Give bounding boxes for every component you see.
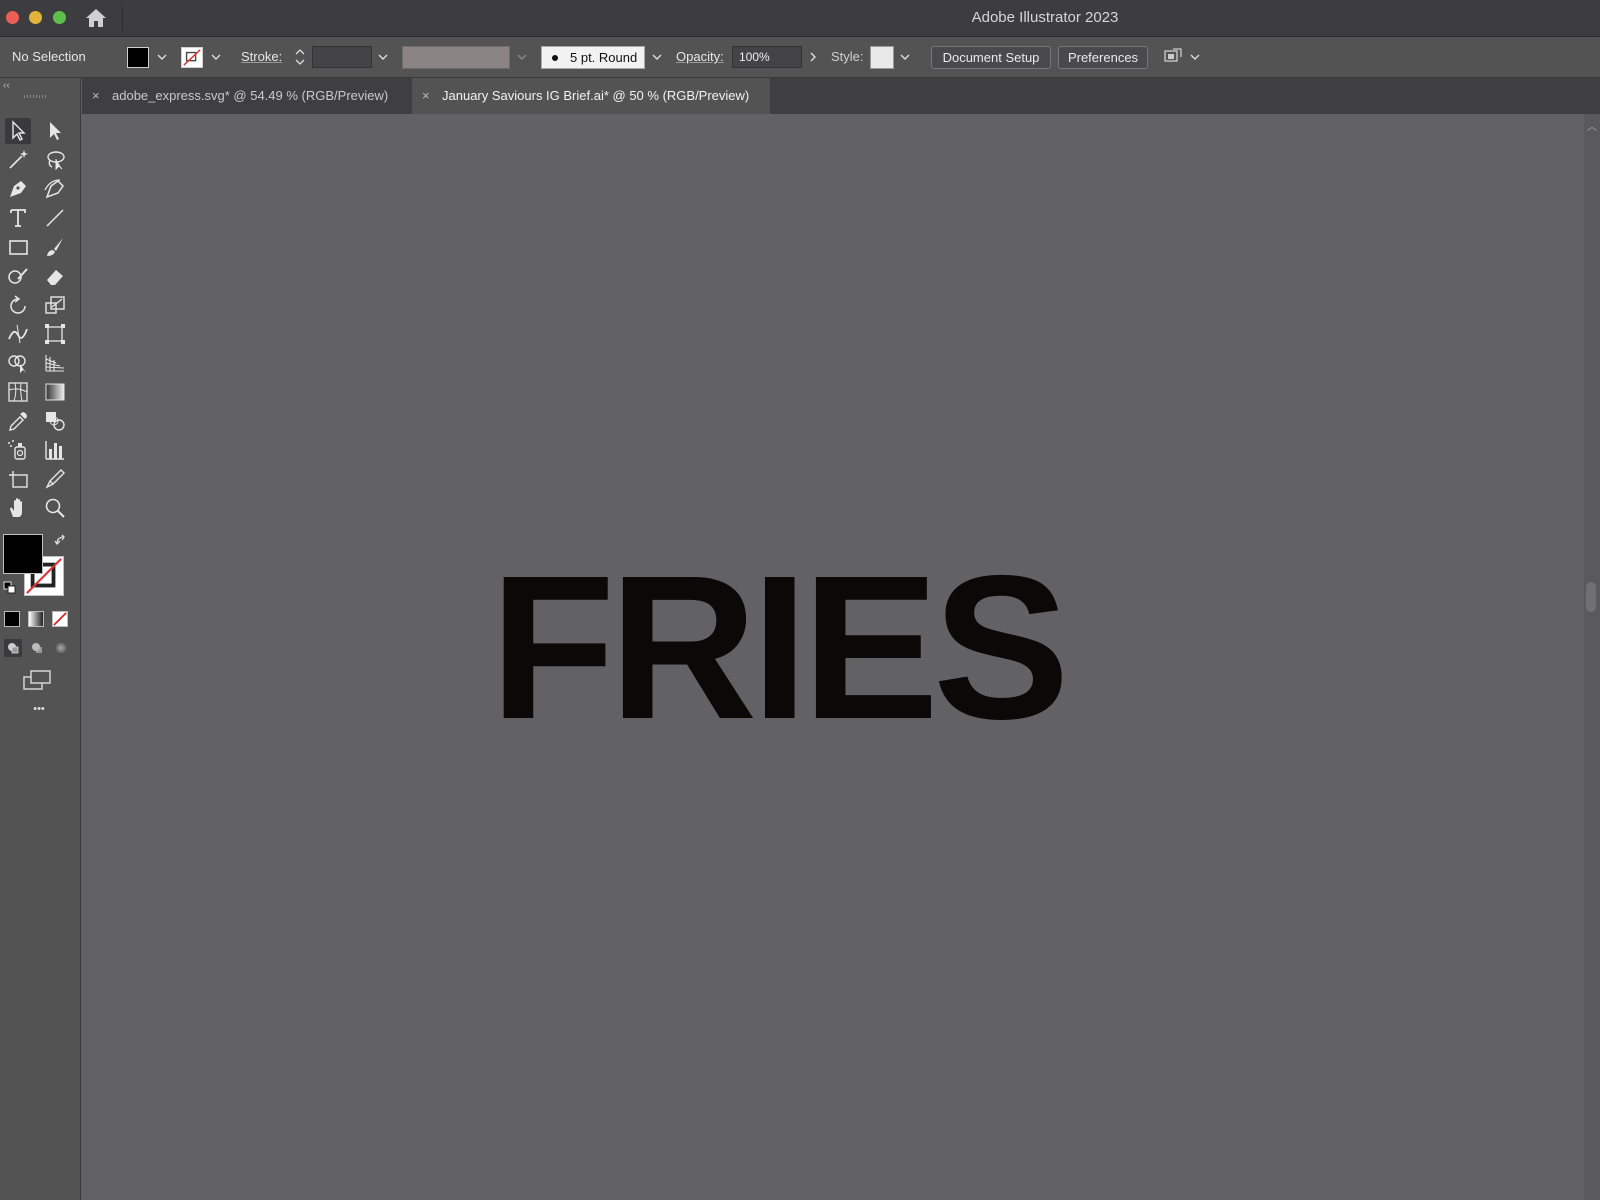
scale-tool-icon[interactable] xyxy=(42,292,68,318)
chevron-down-icon[interactable] xyxy=(1189,51,1201,63)
none-mode-button[interactable] xyxy=(52,611,68,627)
paintbrush-tool-icon[interactable] xyxy=(42,234,68,260)
vertical-scrollbar[interactable] xyxy=(1584,114,1600,1200)
close-icon[interactable]: × xyxy=(92,78,100,114)
toolbox: ‹‹ ••• xyxy=(0,78,81,1200)
tab-label: January Saviours IG Brief.ai* @ 50 % (RG… xyxy=(442,88,750,103)
width-tool-icon[interactable] xyxy=(5,321,31,347)
brush-label: 5 pt. Round xyxy=(570,50,638,65)
collapse-panel-icon[interactable]: ‹‹ xyxy=(3,80,10,91)
title-bar: Adobe Illustrator 2023 xyxy=(0,0,1600,37)
document-setup-button[interactable]: Document Setup xyxy=(931,46,1051,69)
stroke-swatch[interactable] xyxy=(181,47,203,68)
shape-builder-tool-icon[interactable] xyxy=(5,350,31,376)
arrange-documents-icon[interactable] xyxy=(1162,47,1184,67)
fill-color-box[interactable] xyxy=(3,534,43,574)
style-swatch[interactable] xyxy=(870,46,894,69)
rotate-tool-icon[interactable] xyxy=(5,292,31,318)
chevron-down-icon[interactable] xyxy=(651,51,663,63)
title-separator xyxy=(122,6,123,30)
column-graph-tool-icon[interactable] xyxy=(42,437,68,463)
chevron-down-icon[interactable] xyxy=(210,51,222,63)
eyedropper-tool-icon[interactable] xyxy=(5,408,31,434)
draw-inside-icon[interactable] xyxy=(52,639,70,657)
artboard-tool-icon[interactable] xyxy=(5,466,31,492)
selection-tool-icon[interactable] xyxy=(5,118,31,144)
lasso-tool-icon[interactable] xyxy=(42,147,68,173)
chevron-down-icon[interactable] xyxy=(156,51,168,63)
symbol-sprayer-tool-icon[interactable] xyxy=(5,437,31,463)
tab-adobe-express[interactable]: × adobe_express.svg* @ 54.49 % (RGB/Prev… xyxy=(82,78,412,114)
window-close-button[interactable] xyxy=(6,11,19,24)
style-label: Style: xyxy=(831,49,864,64)
screen-mode-icon[interactable] xyxy=(22,669,52,691)
artwork-text-fries[interactable]: FRIES xyxy=(490,545,1070,750)
close-icon[interactable]: × xyxy=(422,78,430,114)
none-swatch-icon xyxy=(183,49,201,66)
opacity-label[interactable]: Opacity: xyxy=(676,37,724,77)
brush-dot-icon xyxy=(552,55,558,61)
free-transform-tool-icon[interactable] xyxy=(42,321,68,347)
brush-definition[interactable]: 5 pt. Round xyxy=(541,46,645,69)
none-icon xyxy=(53,612,67,626)
preferences-button[interactable]: Preferences xyxy=(1058,46,1148,69)
variable-width-profile[interactable] xyxy=(402,46,510,69)
chevron-down-icon[interactable] xyxy=(377,51,389,63)
rectangle-tool-icon[interactable] xyxy=(5,234,31,260)
perspective-grid-tool-icon[interactable] xyxy=(42,350,68,376)
pen-tool-icon[interactable] xyxy=(5,176,31,202)
gradient-mode-button[interactable] xyxy=(28,611,44,627)
stroke-weight-stepper-icon[interactable] xyxy=(294,47,306,67)
window-maximize-button[interactable] xyxy=(53,11,66,24)
draw-behind-icon[interactable] xyxy=(28,639,46,657)
gradient-tool-icon[interactable] xyxy=(42,379,68,405)
tab-january-saviours[interactable]: × January Saviours IG Brief.ai* @ 50 % (… xyxy=(412,78,770,114)
home-icon[interactable] xyxy=(84,6,108,30)
scrollbar-thumb[interactable] xyxy=(1586,582,1596,612)
stroke-weight-field[interactable] xyxy=(312,46,372,68)
zoom-tool-icon[interactable] xyxy=(42,495,68,521)
fill-swatch[interactable] xyxy=(127,47,149,68)
swap-fill-stroke-icon[interactable] xyxy=(54,534,68,548)
direct-selection-tool-icon[interactable] xyxy=(42,118,68,144)
opacity-field[interactable]: 100% xyxy=(732,46,802,68)
tab-label: adobe_express.svg* @ 54.49 % (RGB/Previe… xyxy=(112,88,389,103)
selection-status: No Selection xyxy=(12,49,86,64)
chevron-down-icon[interactable] xyxy=(899,51,911,63)
curvature-tool-icon[interactable] xyxy=(42,176,68,202)
chevron-right-icon[interactable] xyxy=(807,51,819,63)
slice-tool-icon[interactable] xyxy=(42,466,68,492)
eraser-tool-icon[interactable] xyxy=(42,263,68,289)
line-segment-tool-icon[interactable] xyxy=(42,205,68,231)
stroke-label[interactable]: Stroke: xyxy=(241,37,282,77)
color-mode-button[interactable] xyxy=(4,611,20,627)
hand-tool-icon[interactable] xyxy=(5,495,31,521)
chevron-down-icon[interactable] xyxy=(516,51,528,63)
shaper-tool-icon[interactable] xyxy=(5,263,31,289)
scroll-up-icon[interactable]: ︿ xyxy=(1587,118,1597,133)
mesh-tool-icon[interactable] xyxy=(5,379,31,405)
draw-normal-icon[interactable] xyxy=(4,639,22,657)
toolbox-grip[interactable] xyxy=(24,95,48,98)
blend-tool-icon[interactable] xyxy=(42,408,68,434)
magic-wand-tool-icon[interactable] xyxy=(5,147,31,173)
document-tab-bar: × adobe_express.svg* @ 54.49 % (RGB/Prev… xyxy=(82,78,1600,114)
edit-toolbar-button[interactable]: ••• xyxy=(24,701,54,717)
app-title: Adobe Illustrator 2023 xyxy=(971,9,1119,26)
window-minimize-button[interactable] xyxy=(29,11,42,24)
type-tool-icon[interactable] xyxy=(5,205,31,231)
control-bar: No Selection Stroke: 5 pt. Round Opacity… xyxy=(0,37,1600,78)
default-fill-stroke-icon[interactable] xyxy=(3,581,16,594)
